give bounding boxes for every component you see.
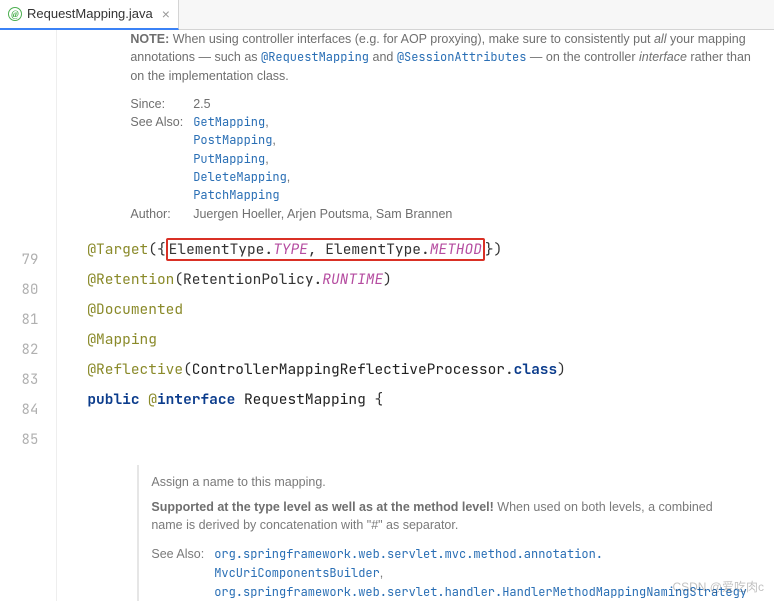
javadoc-block: NOTE: When using controller interfaces (… bbox=[87, 30, 774, 235]
author-value: Juergen Hoeller, Arjen Poutsma, Sam Bran… bbox=[193, 205, 452, 223]
inner-javadoc: Assign a name to this mapping. Supported… bbox=[137, 465, 759, 601]
line-number-gutter: 79 80 81 82 83 84 85 bbox=[0, 30, 56, 601]
code-line-85[interactable] bbox=[87, 415, 774, 445]
tab-filename: RequestMapping.java bbox=[27, 6, 153, 21]
watermark: CSDN @爱吃肉c bbox=[672, 578, 764, 595]
at-icon: @ bbox=[8, 7, 22, 21]
line-number: 79 bbox=[0, 245, 38, 275]
line-number: 81 bbox=[0, 305, 38, 335]
code-line-80[interactable]: @Retention(RetentionPolicy.RUNTIME) bbox=[87, 265, 774, 295]
doc-link[interactable]: PostMapping bbox=[193, 132, 272, 148]
line-number: 83 bbox=[0, 365, 38, 395]
code-line-84[interactable]: public @interface RequestMapping { bbox=[87, 385, 774, 415]
editor-tab[interactable]: @ RequestMapping.java × bbox=[0, 0, 179, 30]
code-line-79[interactable]: @Target({ElementType.TYPE, ElementType.M… bbox=[87, 235, 774, 265]
code-line-83[interactable]: @Reflective(ControllerMappingReflectiveP… bbox=[87, 355, 774, 385]
since-value: 2.5 bbox=[193, 95, 452, 113]
line-number: 80 bbox=[0, 275, 38, 305]
see-also-links: GetMapping, PostMapping, PutMapping, Del… bbox=[193, 113, 452, 205]
code-area[interactable]: NOTE: When using controller interfaces (… bbox=[56, 30, 774, 601]
line-number: 84 bbox=[0, 395, 38, 425]
inner-doc-title: Assign a name to this mapping. bbox=[151, 473, 747, 492]
line-number: 85 bbox=[0, 425, 38, 455]
code-lines[interactable]: @Target({ElementType.TYPE, ElementType.M… bbox=[87, 235, 774, 445]
highlight-box: ElementType.TYPE, ElementType.METHOD bbox=[166, 238, 485, 261]
doc-link[interactable]: GetMapping bbox=[193, 114, 265, 130]
doc-link[interactable]: PatchMapping bbox=[193, 187, 279, 203]
code-line-82[interactable]: @Mapping bbox=[87, 325, 774, 355]
see-also-label: See Also: bbox=[130, 113, 193, 205]
note-label: NOTE: bbox=[130, 32, 169, 46]
author-label: Author: bbox=[130, 205, 193, 223]
tab-bar: @ RequestMapping.java × bbox=[0, 0, 774, 30]
line-number: 82 bbox=[0, 335, 38, 365]
inner-see-label: See Also: bbox=[151, 545, 214, 601]
javadoc-note: NOTE: When using controller interfaces (… bbox=[130, 30, 764, 85]
since-label: Since: bbox=[130, 95, 193, 113]
close-icon[interactable]: × bbox=[162, 6, 170, 22]
doc-link[interactable]: org.springframework.web.servlet.mvc.meth… bbox=[214, 546, 603, 581]
doc-link[interactable]: org.springframework.web.servlet.handler.… bbox=[214, 584, 747, 600]
editor-pane: 79 80 81 82 83 84 85 NOTE: When using co… bbox=[0, 30, 774, 601]
doc-link[interactable]: PutMapping bbox=[193, 151, 265, 167]
doc-link[interactable]: DeleteMapping bbox=[193, 169, 287, 185]
inner-doc-body: Supported at the type level as well as a… bbox=[151, 498, 747, 536]
code-line-81[interactable]: @Documented bbox=[87, 295, 774, 325]
